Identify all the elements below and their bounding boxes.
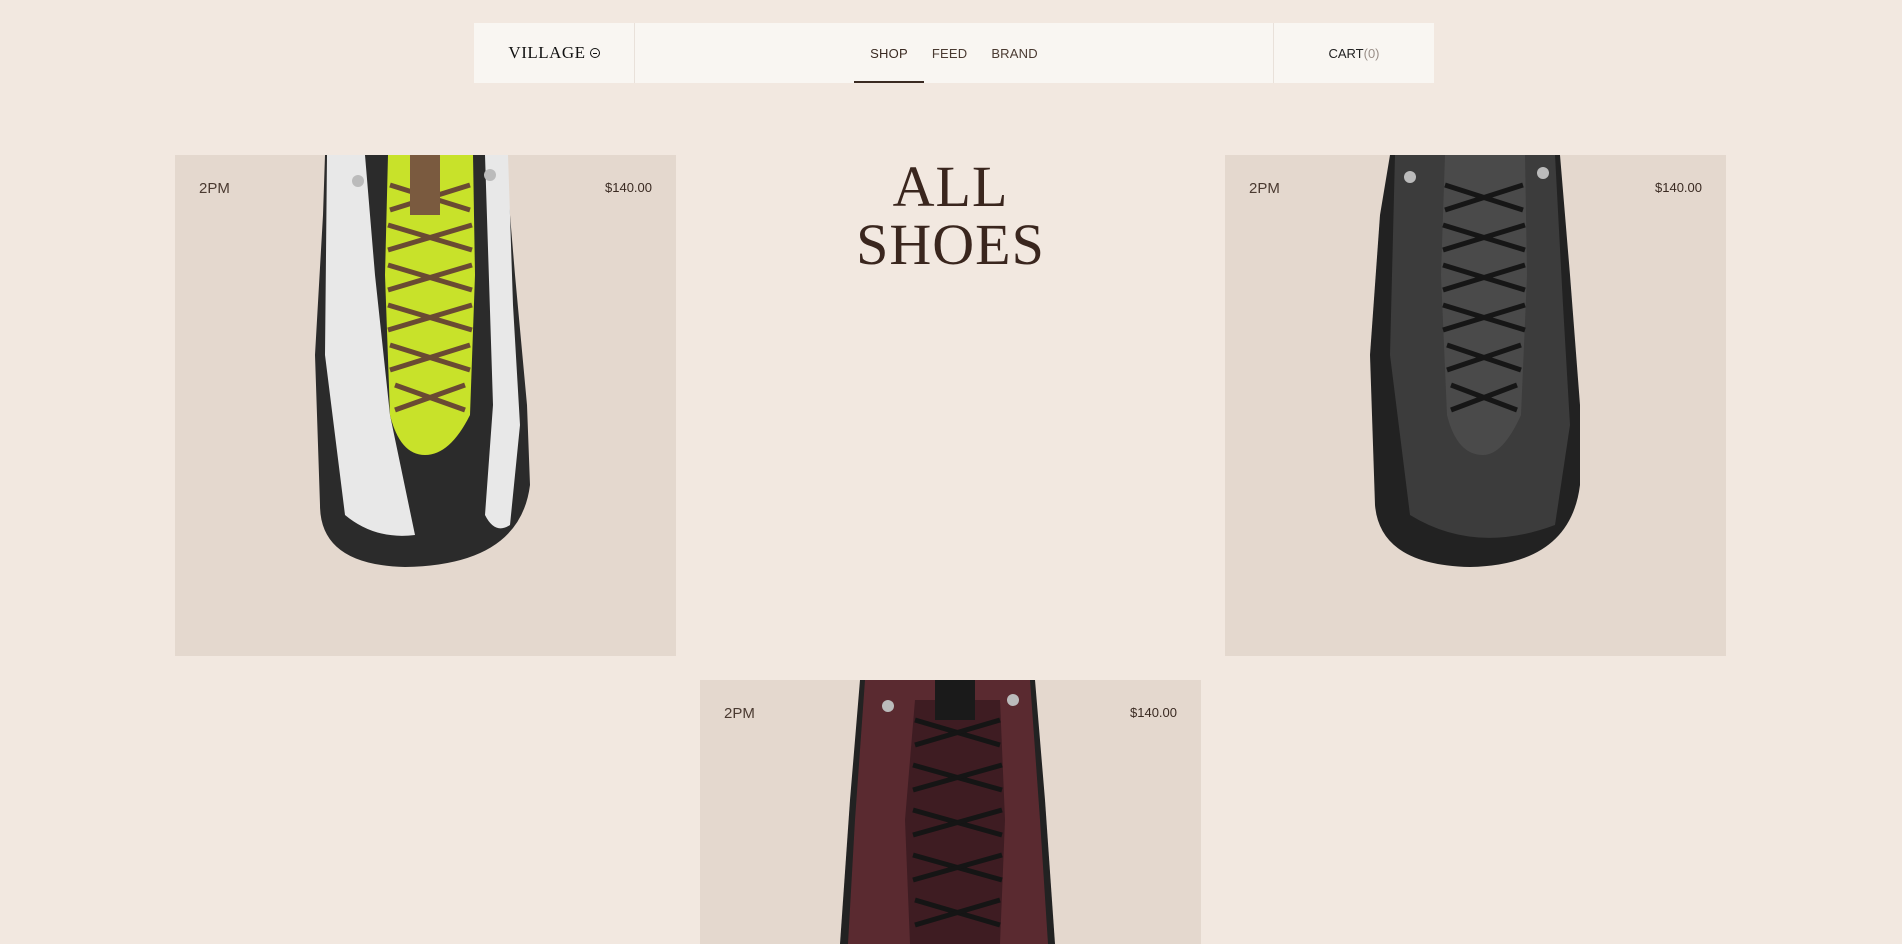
- page-title: ALL SHOES: [700, 158, 1201, 274]
- cart-count: (0): [1363, 45, 1380, 61]
- product-card[interactable]: 2PM $140.00: [175, 155, 676, 656]
- title-line-2: SHOES: [856, 212, 1045, 277]
- product-name: 2PM: [724, 705, 755, 722]
- logo-link[interactable]: VILLAGE: [474, 23, 635, 83]
- product-name: 2PM: [1249, 180, 1280, 197]
- logo-text: VILLAGE: [508, 43, 586, 62]
- cart-button[interactable]: CART (0): [1273, 23, 1434, 83]
- product-price: $140.00: [1655, 180, 1702, 195]
- product-name: 2PM: [199, 180, 230, 197]
- title-line-1: ALL: [892, 154, 1009, 219]
- site-header: VILLAGE SHOP FEED BRAND CART (0): [474, 23, 1434, 83]
- nav-brand[interactable]: BRAND: [983, 23, 1046, 83]
- shoe-burgundy-image: [840, 680, 1055, 944]
- product-price: $140.00: [605, 180, 652, 195]
- product-price: $140.00: [1130, 705, 1177, 720]
- nav-shop[interactable]: SHOP: [854, 23, 924, 83]
- nav-feed[interactable]: FEED: [924, 23, 975, 83]
- product-card[interactable]: 2PM $140.00: [700, 680, 1201, 944]
- logo: VILLAGE: [508, 43, 600, 63]
- shoe-black-image: [1370, 155, 1580, 567]
- cart-label: CART: [1328, 45, 1364, 61]
- shoe-white-lime-image: [315, 155, 530, 567]
- main-nav: SHOP FEED BRAND: [635, 23, 1273, 83]
- product-card[interactable]: 2PM $140.00: [1225, 155, 1726, 656]
- logo-mark-icon: [589, 48, 600, 58]
